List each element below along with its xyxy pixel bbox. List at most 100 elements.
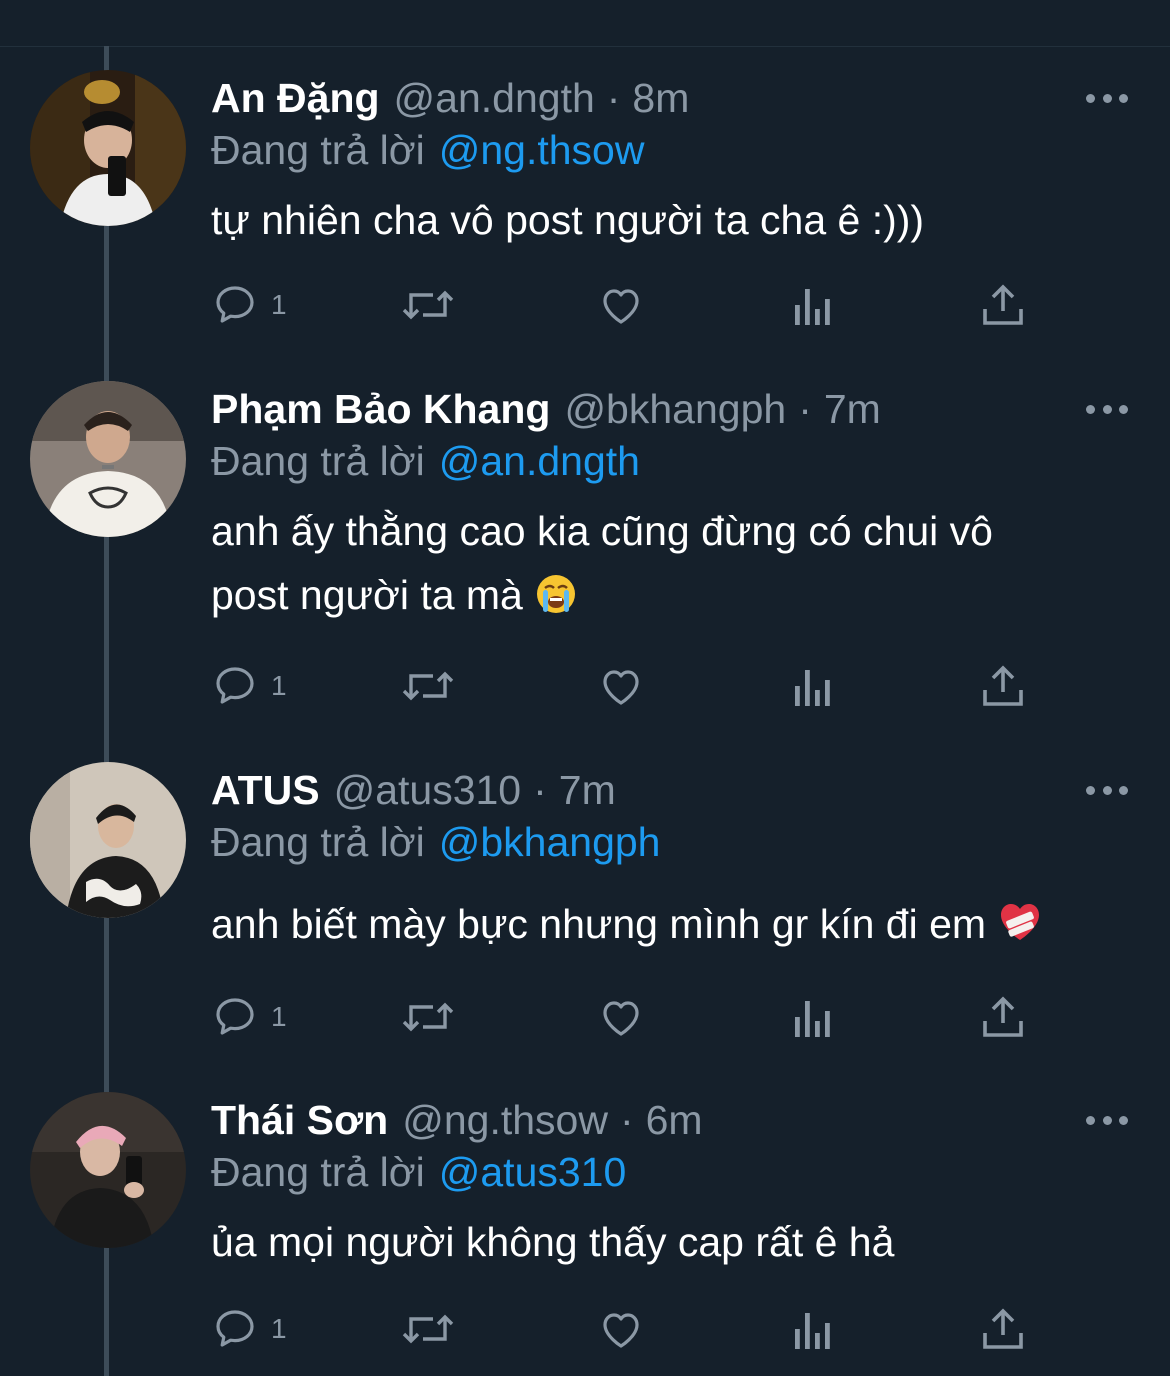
reply-mention-link[interactable]: @atus310 [439,1149,627,1195]
replying-to: Đang trả lời @an.dngth [211,435,640,487]
retweet-button[interactable] [399,280,457,330]
retweet-button[interactable] [399,661,457,711]
display-name[interactable]: An Đặng [211,70,380,126]
share-button[interactable] [981,1304,1025,1354]
heart-icon [603,1001,639,1036]
display-name[interactable]: ATUS [211,762,320,818]
share-button[interactable] [981,661,1025,711]
views-button[interactable] [791,280,835,330]
heart-icon [603,670,639,705]
retweet-button[interactable] [399,992,457,1042]
share-upload-icon [983,1308,1023,1349]
retweet-icon [402,671,454,701]
tweet-header: Phạm Bảo Khang @bkhangph · 7m [211,381,881,437]
replying-label: Đang trả lời [211,127,425,173]
avatar[interactable] [30,1092,186,1248]
bar-chart-icon [795,1001,830,1037]
action-bar: 1 [211,661,1041,711]
retweet-icon [402,290,454,320]
like-button[interactable] [596,280,646,330]
replying-to: Đang trả lời @atus310 [211,1146,626,1198]
display-name[interactable]: Thái Sơn [211,1092,388,1148]
timestamp[interactable]: 7m [559,762,616,818]
user-handle[interactable]: @atus310 [334,762,522,818]
top-divider [0,46,1170,47]
heart-icon [603,1313,639,1348]
tweet-text: tự nhiên cha vô post người ta cha ê :))) [211,188,1111,252]
views-button[interactable] [791,1304,835,1354]
retweet-icon [402,1002,454,1032]
tweet-text-line-content: post người ta mà [211,572,523,618]
replying-label: Đang trả lời [211,438,425,484]
action-bar: 1 [211,1304,1041,1354]
reply-count: 1 [271,1001,287,1032]
tweet-text: anh biết mày bực nhưng mình gr kín đi em [211,892,1111,962]
reply-mention-link[interactable]: @an.dngth [439,438,640,484]
comment-bubble-icon [216,1310,254,1347]
separator-dot: · [606,75,621,121]
tweet-text-line: ủa mọi người không thấy cap rất ê hả [211,1219,895,1265]
share-upload-icon [983,284,1023,325]
heart-icon [603,289,639,324]
more-dots-icon[interactable] [1086,784,1128,796]
user-handle[interactable]: @an.dngth [394,70,595,126]
more-dots-icon[interactable] [1086,1114,1128,1126]
more-dots-icon[interactable] [1086,403,1128,415]
avatar[interactable] [30,762,186,918]
reply-button[interactable]: 1 [211,661,287,711]
share-upload-icon [983,996,1023,1037]
replying-label: Đang trả lời [211,1149,425,1195]
separator-dot: · [533,767,547,813]
user-handle[interactable]: @ng.thsow [402,1092,608,1148]
avatar[interactable] [30,381,186,537]
separator-dot: · [798,386,812,432]
tweet-text-line: anh ấy thằng cao kia cũng đừng có chui v… [211,508,993,554]
comment-bubble-icon [216,998,254,1035]
mending-heart-emoji [998,898,1042,962]
bar-chart-icon [795,289,830,325]
comment-bubble-icon [216,286,254,323]
tweet-text-line: tự nhiên cha vô post người ta cha ê :))) [211,197,925,243]
tweet-header: Thái Sơn @ng.thsow · 6m [211,1092,703,1148]
retweet-button[interactable] [399,1304,457,1354]
timestamp[interactable]: 6m [646,1092,703,1148]
display-name[interactable]: Phạm Bảo Khang [211,381,550,437]
reply-mention-link[interactable]: @ng.thsow [439,127,645,173]
timestamp[interactable]: 8m [632,70,689,126]
replying-to: Đang trả lời @ng.thsow [211,124,644,176]
reply-button[interactable]: 1 [211,280,287,330]
replying-label: Đang trả lời [211,819,425,865]
views-button[interactable] [791,992,835,1042]
action-bar: 1 [211,992,1041,1042]
tweet-header: ATUS @atus310 · 7m [211,762,616,818]
like-button[interactable] [596,661,646,711]
reply-count: 1 [271,289,287,320]
share-button[interactable] [981,992,1025,1042]
reply-button[interactable]: 1 [211,992,287,1042]
reply-count: 1 [271,670,287,701]
share-button[interactable] [981,280,1025,330]
comment-bubble-icon [216,667,254,704]
views-button[interactable] [791,661,835,711]
reply-mention-link[interactable]: @bkhangph [439,819,661,865]
like-button[interactable] [596,1304,646,1354]
avatar[interactable] [30,70,186,226]
share-upload-icon [983,665,1023,706]
retweet-icon [402,1314,454,1344]
tweet-text: anh ấy thằng cao kia cũng đừng có chui v… [211,499,1111,633]
replying-to: Đang trả lời @bkhangph [211,816,661,868]
user-handle[interactable]: @bkhangph [564,381,786,437]
like-button[interactable] [596,992,646,1042]
action-bar: 1 [211,280,1041,330]
tweet-text: ủa mọi người không thấy cap rất ê hả [211,1210,1111,1274]
tweet-text-line-content: anh biết mày bực nhưng mình gr kín đi em [211,901,987,947]
separator-dot: · [619,1097,634,1143]
reply-button[interactable]: 1 [211,1304,287,1354]
bar-chart-icon [795,1313,830,1349]
bar-chart-icon [795,670,830,706]
tweet-text-line-2: post người ta mà [211,563,1111,633]
more-dots-icon[interactable] [1086,92,1128,104]
tweet-text-line: anh biết mày bực nhưng mình gr kín đi em [211,892,1111,962]
timestamp[interactable]: 7m [824,381,881,437]
tweet-header: An Đặng @an.dngth · 8m [211,70,689,126]
